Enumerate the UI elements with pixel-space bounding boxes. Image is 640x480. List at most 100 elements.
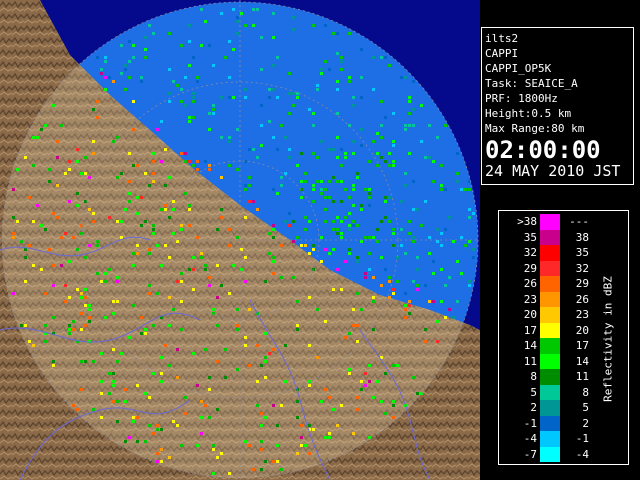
- echo-pixel: [468, 280, 471, 283]
- echo-pixel: [312, 24, 315, 27]
- echo-pixel: [412, 180, 415, 183]
- echo-pixel: [328, 196, 331, 199]
- echo-pixel: [376, 240, 379, 243]
- echo-pixel: [108, 392, 111, 395]
- echo-pixel: [304, 216, 307, 219]
- echo-pixel: [68, 160, 71, 163]
- echo-pixel: [280, 124, 283, 127]
- echo-pixel: [144, 48, 147, 51]
- echo-pixel: [360, 76, 363, 79]
- echo-pixel: [188, 208, 191, 211]
- echo-pixel: [92, 152, 95, 155]
- echo-pixel: [308, 424, 311, 427]
- echo-pixel: [184, 412, 187, 415]
- echo-pixel: [336, 268, 339, 271]
- echo-pixel: [304, 228, 307, 231]
- echo-pixel: [92, 220, 95, 223]
- echo-pixel: [448, 216, 451, 219]
- echo-pixel: [272, 64, 275, 67]
- echo-pixel: [160, 208, 163, 211]
- echo-pixel: [248, 148, 251, 151]
- echo-pixel: [260, 364, 263, 367]
- echo-pixel: [12, 188, 15, 191]
- echo-pixel: [156, 460, 159, 463]
- echo-pixel: [444, 188, 447, 191]
- echo-pixel: [156, 428, 159, 431]
- echo-pixel: [344, 216, 347, 219]
- echo-pixel: [32, 220, 35, 223]
- echo-pixel: [40, 128, 43, 131]
- echo-pixel: [144, 172, 147, 175]
- echo-pixel: [320, 260, 323, 263]
- echo-pixel: [368, 188, 371, 191]
- echo-pixel: [456, 300, 459, 303]
- echo-pixel: [144, 220, 147, 223]
- echo-pixel: [312, 428, 315, 431]
- echo-pixel: [136, 164, 139, 167]
- echo-pixel: [24, 280, 27, 283]
- echo-pixel: [356, 324, 359, 327]
- echo-pixel: [112, 380, 115, 383]
- echo-pixel: [152, 224, 155, 227]
- echo-pixel: [80, 172, 83, 175]
- echo-pixel: [416, 268, 419, 271]
- echo-pixel: [416, 208, 419, 211]
- echo-pixel: [164, 148, 167, 151]
- echo-pixel: [180, 44, 183, 47]
- echo-pixel: [260, 144, 263, 147]
- echo-pixel: [88, 208, 91, 211]
- echo-pixel: [352, 152, 355, 155]
- echo-pixel: [404, 124, 407, 127]
- echo-pixel: [184, 104, 187, 107]
- echo-pixel: [344, 260, 347, 263]
- legend-lower-bound: 17: [523, 323, 537, 337]
- echo-pixel: [276, 424, 279, 427]
- echo-pixel: [428, 236, 431, 239]
- task-label: Task: SEAICE_A: [485, 77, 578, 90]
- echo-pixel: [220, 452, 223, 455]
- echo-pixel: [332, 288, 335, 291]
- echo-pixel: [100, 72, 103, 75]
- echo-pixel: [468, 188, 471, 191]
- echo-pixel: [332, 32, 335, 35]
- echo-pixel: [340, 56, 343, 59]
- echo-pixel: [156, 244, 159, 247]
- echo-pixel: [216, 408, 219, 411]
- echo-pixel: [168, 216, 171, 219]
- echo-pixel: [280, 244, 283, 247]
- echo-pixel: [104, 280, 107, 283]
- echo-pixel: [420, 140, 423, 143]
- echo-pixel: [436, 340, 439, 343]
- echo-pixel: [256, 380, 259, 383]
- echo-pixel: [128, 40, 131, 43]
- echo-pixel: [100, 380, 103, 383]
- echo-pixel: [20, 240, 23, 243]
- echo-pixel: [148, 248, 151, 251]
- echo-pixel: [24, 324, 27, 327]
- echo-pixel: [228, 140, 231, 143]
- echo-pixel: [352, 220, 355, 223]
- echo-pixel: [308, 344, 311, 347]
- echo-pixel: [440, 300, 443, 303]
- echo-pixel: [64, 284, 67, 287]
- echo-pixel: [92, 360, 95, 363]
- echo-pixel: [84, 304, 87, 307]
- echo-pixel: [188, 120, 191, 123]
- echo-pixel: [192, 352, 195, 355]
- echo-pixel: [300, 196, 303, 199]
- echo-pixel: [76, 160, 79, 163]
- echo-pixel: [348, 76, 351, 79]
- echo-pixel: [136, 384, 139, 387]
- echo-pixel: [148, 396, 151, 399]
- echo-pixel: [348, 228, 351, 231]
- echo-pixel: [96, 240, 99, 243]
- echo-pixel: [188, 40, 191, 43]
- echo-pixel: [348, 196, 351, 199]
- echo-pixel: [80, 388, 83, 391]
- echo-pixel: [456, 152, 459, 155]
- legend-color-swatch: [540, 415, 560, 431]
- echo-pixel: [220, 208, 223, 211]
- echo-pixel: [360, 208, 363, 211]
- echo-pixel: [304, 172, 307, 175]
- echo-pixel: [356, 340, 359, 343]
